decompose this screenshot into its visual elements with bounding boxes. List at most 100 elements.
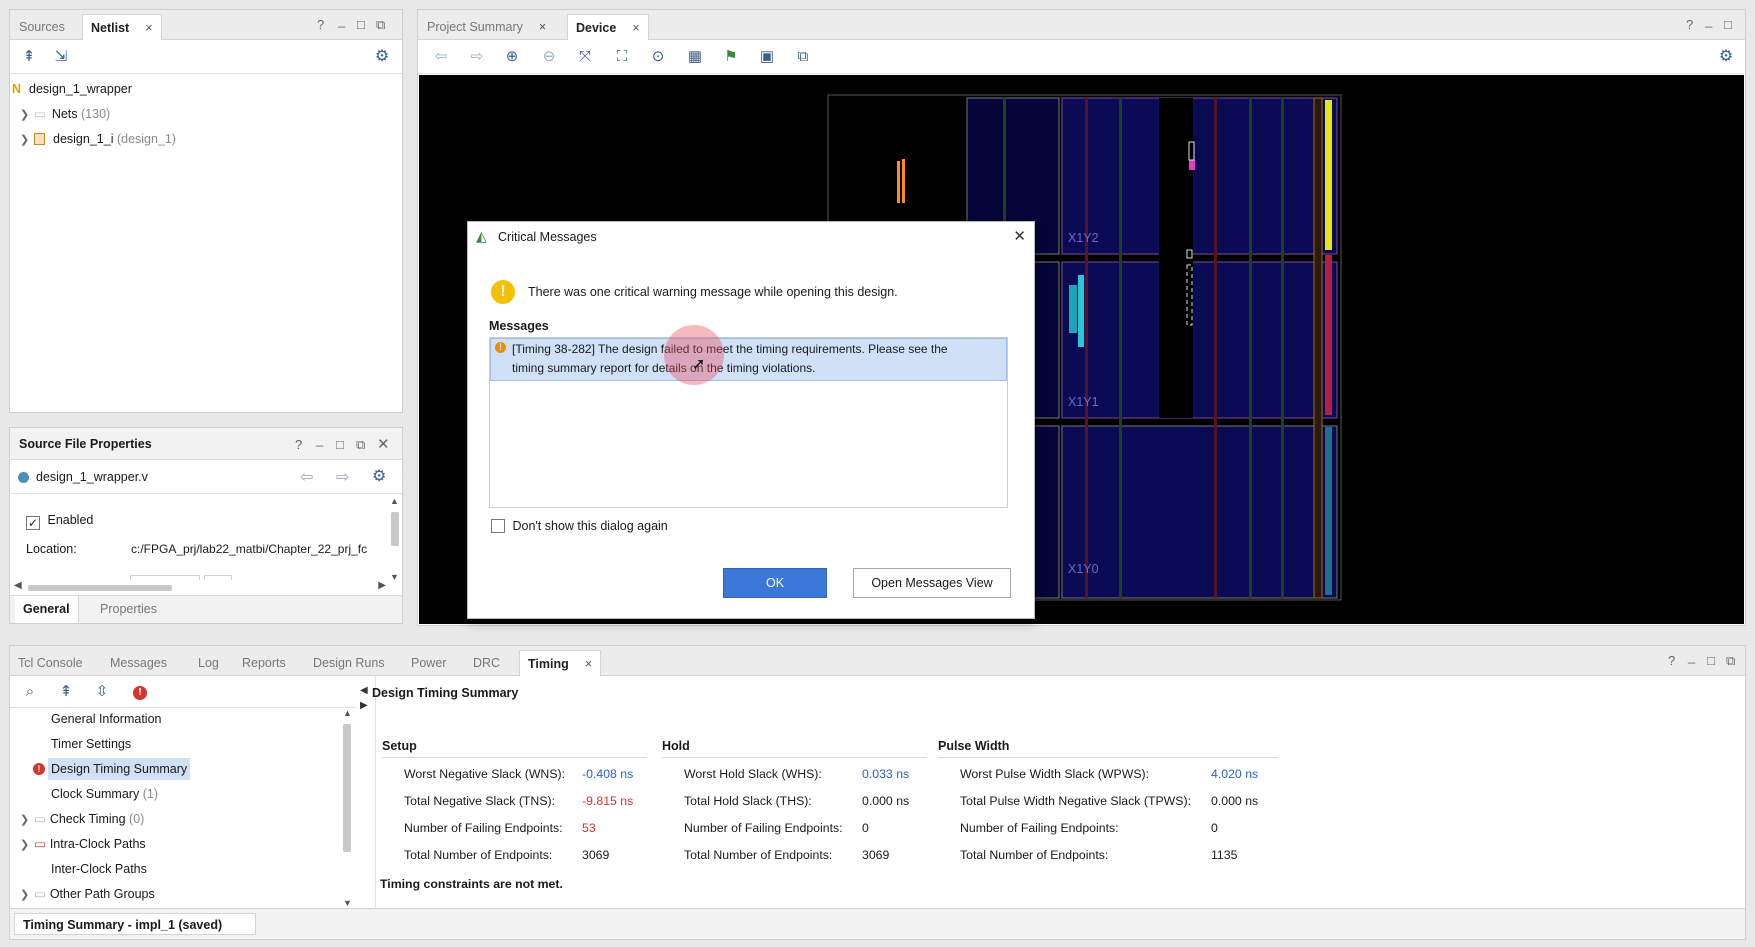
setup-wns-value[interactable]: -0.408 ns	[582, 767, 633, 781]
message-item-selected[interactable]: ! [Timing 38-282] The design failed to m…	[490, 338, 1007, 381]
zoom-out-icon[interactable]: ⊖	[539, 47, 559, 67]
close-icon[interactable]: ✕	[377, 435, 390, 453]
collapse-all-icon[interactable]: ⇞	[19, 47, 39, 67]
maximize-icon[interactable]: □	[357, 17, 365, 32]
scroll-up-icon[interactable]: ▲	[390, 496, 399, 506]
help-icon[interactable]: ?	[1686, 17, 1693, 32]
tool-options-icon[interactable]: ⧉	[793, 47, 813, 67]
open-messages-view-button[interactable]: Open Messages View	[853, 568, 1011, 598]
close-icon[interactable]: ×	[585, 657, 592, 671]
zoom-in-icon[interactable]: ⊕	[502, 47, 522, 67]
setup-tns-value[interactable]: -9.815 ns	[582, 794, 633, 808]
restore-icon[interactable]: ⧉	[376, 17, 385, 33]
scroll-right-icon[interactable]: ▶	[378, 580, 386, 591]
maximize-icon[interactable]: □	[1724, 17, 1732, 32]
tab-device[interactable]: Device ×	[567, 14, 649, 40]
minimize-icon[interactable]: _	[1688, 649, 1695, 664]
tab-tcl-console[interactable]: Tcl Console	[10, 650, 91, 676]
restore-icon[interactable]: ⧉	[356, 437, 365, 453]
nav-design-timing-summary[interactable]: Design Timing Summary	[48, 758, 191, 780]
search-icon[interactable]: ⌕	[20, 682, 40, 702]
highlight-icon[interactable]: ⚑	[721, 47, 741, 67]
vertical-scrollbar[interactable]: ▲ ▼	[388, 496, 402, 582]
tab-messages[interactable]: Messages	[102, 650, 175, 676]
expand-right-icon[interactable]: ▶	[360, 700, 368, 711]
setup-failing-value[interactable]: 53	[582, 821, 596, 835]
gear-icon[interactable]: ⚙	[372, 466, 386, 486]
tab-reports[interactable]: Reports	[234, 650, 294, 676]
chevron-right-icon[interactable]: ❯	[20, 104, 34, 126]
tab-project-summary[interactable]: Project Summary ×	[419, 14, 554, 40]
expand-all-icon[interactable]: ⇳	[92, 682, 112, 702]
scroll-down-icon[interactable]: ▼	[390, 572, 399, 582]
forward-arrow-icon[interactable]: ⇨	[336, 467, 349, 487]
back-arrow-icon[interactable]: ⇦	[300, 467, 313, 487]
chevron-right-icon[interactable]: ❯	[20, 884, 34, 906]
enabled-row[interactable]: ✓ Enabled	[26, 513, 93, 530]
collapse-all-icon[interactable]: ⇞	[56, 682, 76, 702]
tab-log[interactable]: Log	[190, 650, 227, 676]
tab-netlist[interactable]: Netlist ×	[82, 14, 162, 40]
tab-design-runs[interactable]: Design Runs	[305, 650, 393, 676]
scroll-thumb-h[interactable]	[28, 585, 172, 591]
routing-icon[interactable]: ▦	[685, 47, 705, 67]
close-icon[interactable]: ×	[632, 21, 639, 35]
tab-sources[interactable]: Sources	[11, 14, 73, 40]
hold-whs-value[interactable]: 0.033 ns	[862, 767, 909, 781]
gear-icon[interactable]: ⚙	[1716, 47, 1736, 67]
help-icon[interactable]: ?	[1668, 653, 1675, 668]
restore-icon[interactable]: ⧉	[1726, 653, 1735, 669]
nav-timer-settings[interactable]: Timer Settings	[51, 733, 131, 755]
autofit-selection-icon[interactable]: ⊙	[648, 47, 668, 67]
expand-icon[interactable]: ⇲	[51, 47, 71, 67]
dont-show-row[interactable]: Don't show this dialog again	[491, 519, 668, 533]
dialog-close-icon[interactable]: ✕	[1013, 227, 1026, 245]
dont-show-checkbox[interactable]	[491, 519, 505, 533]
nav-general-information[interactable]: General Information	[51, 708, 161, 730]
maximize-icon[interactable]: □	[1707, 653, 1715, 668]
tab-timing[interactable]: Timing ×	[519, 650, 602, 676]
scroll-thumb[interactable]	[391, 512, 399, 546]
nav-intra-clock-paths[interactable]: ❯ ▭ Intra-Clock Paths	[20, 833, 146, 855]
chevron-right-icon[interactable]: ❯	[20, 809, 34, 831]
pblock-icon[interactable]: ▣	[757, 47, 777, 67]
minimize-icon[interactable]: _	[1705, 13, 1712, 28]
enabled-checkbox[interactable]: ✓	[26, 516, 40, 530]
messages-list[interactable]: ! [Timing 38-282] The design failed to m…	[489, 325, 1008, 508]
close-icon[interactable]: ×	[145, 21, 152, 35]
tab-power[interactable]: Power	[403, 650, 454, 676]
chevron-right-icon[interactable]: ❯	[20, 129, 34, 151]
nav-inter-clock-paths[interactable]: Inter-Clock Paths	[51, 858, 147, 880]
tab-properties[interactable]: Properties	[92, 596, 165, 623]
ok-button[interactable]: OK	[723, 568, 827, 598]
collapse-left-icon[interactable]: ◀	[360, 685, 368, 696]
tab-drc[interactable]: DRC	[465, 650, 508, 676]
minimize-icon[interactable]: _	[316, 432, 323, 447]
error-filter-icon[interactable]: !	[133, 686, 147, 700]
nav-clock-summary[interactable]: Clock Summary (1)	[51, 783, 158, 805]
tree-row-root[interactable]: Ndesign_1_wrapper	[12, 78, 132, 100]
nav-scrollbar[interactable]: ▲ ▼	[341, 708, 353, 908]
tree-row-design-i[interactable]: ❯ design_1_i (design_1)	[20, 128, 176, 150]
back-arrow-icon[interactable]: ⇦	[431, 47, 451, 67]
gear-icon[interactable]: ⚙	[372, 47, 392, 67]
help-icon[interactable]: ?	[295, 437, 302, 452]
maximize-icon[interactable]: □	[336, 437, 344, 452]
close-icon[interactable]: ×	[539, 20, 546, 34]
nav-other-path-groups[interactable]: ❯ ▭ Other Path Groups	[20, 883, 155, 905]
horizontal-scrollbar[interactable]: ◀ ▶	[14, 580, 386, 594]
chevron-right-icon[interactable]: ❯	[20, 834, 34, 856]
help-icon[interactable]: ?	[317, 17, 324, 32]
scroll-down-icon[interactable]: ▼	[343, 898, 352, 908]
scroll-thumb[interactable]	[343, 724, 351, 852]
nav-check-timing[interactable]: ❯ ▭ Check Timing (0)	[20, 808, 144, 830]
pulse-wpws-value[interactable]: 4.020 ns	[1211, 767, 1258, 781]
zoom-area-icon[interactable]: ⛶	[612, 47, 632, 67]
minimize-icon[interactable]: _	[338, 13, 345, 28]
forward-arrow-icon[interactable]: ⇨	[467, 47, 487, 67]
tree-row-nets[interactable]: ❯ ▭ Nets (130)	[20, 103, 110, 125]
tab-general[interactable]: General	[15, 596, 79, 623]
fit-view-icon[interactable]: ⤧	[575, 47, 595, 67]
scroll-up-icon[interactable]: ▲	[343, 708, 352, 718]
splitter[interactable]: ◀ ▶	[356, 676, 376, 910]
